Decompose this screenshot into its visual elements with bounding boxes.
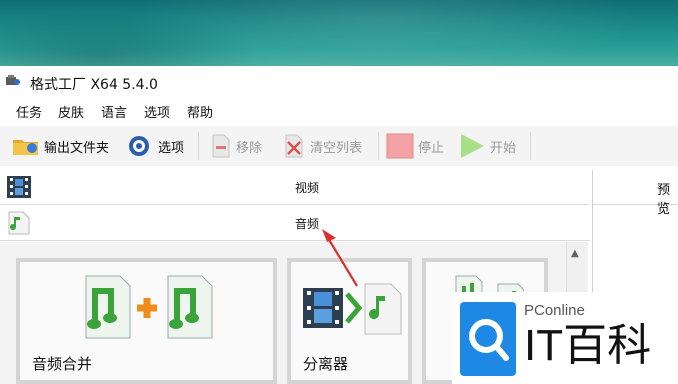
stop-button[interactable]: 停止 [386,133,444,159]
start-button[interactable]: 开始 [458,134,516,158]
clear-icon [285,134,303,158]
title-bar: 格式工厂 X64 5.4.0 [0,66,678,96]
stop-icon [386,133,414,159]
menu-help[interactable]: 帮助 [187,102,213,121]
scroll-up-icon[interactable]: ▲ [571,248,579,259]
splitter-tile[interactable]: 分离器 [287,258,412,384]
splitter-icon [303,283,402,335]
audio-merge-tile[interactable]: 音频合并 [16,258,277,384]
options-button[interactable]: 选项 [126,134,184,158]
audio-merge-label: 音频合并 [32,355,93,373]
output-folder-button[interactable]: 输出文件夹 [12,134,109,158]
play-icon [461,134,484,158]
menu-language[interactable]: 语言 [101,102,127,121]
toolbar-separator [530,132,531,160]
splitter-label: 分离器 [303,355,349,373]
window-title: 格式工厂 X64 5.4.0 [30,77,158,93]
menu-skin[interactable]: 皮肤 [58,102,84,121]
category-video[interactable]: 视频 [0,170,590,205]
document-icon [212,134,230,158]
music-note-icon [8,211,30,235]
app-icon [6,75,20,85]
menu-bar: 任务 皮肤 语言 选项 帮助 [0,98,678,122]
category-audio[interactable]: 音频 [0,206,590,241]
menu-task[interactable]: 任务 [16,102,42,121]
preview-column-header[interactable]: 预览 [593,170,678,217]
gear-icon [129,136,149,156]
folder-icon [13,140,38,155]
film-icon [7,176,31,198]
watermark-brand-text: IT百科 [524,321,652,370]
watermark: PConline IT百科 [452,292,678,384]
remove-button[interactable]: 移除 [210,134,262,158]
watermark-pconline-text: PConline [524,302,585,319]
toolbar: 输出文件夹 选项 移除 清空列表 停止 开始 [0,126,678,166]
clear-list-button[interactable]: 清空列表 [282,134,362,158]
preview-header-label: 预览 [657,183,671,217]
menu-options[interactable]: 选项 [144,102,170,121]
desktop-background [0,0,678,66]
category-audio-label: 音频 [295,217,320,231]
audio-merge-icon [85,275,213,339]
toolbar-separator [198,132,199,160]
pconline-logo [460,302,516,376]
toolbar-separator [378,132,379,160]
category-video-label: 视频 [295,181,320,195]
